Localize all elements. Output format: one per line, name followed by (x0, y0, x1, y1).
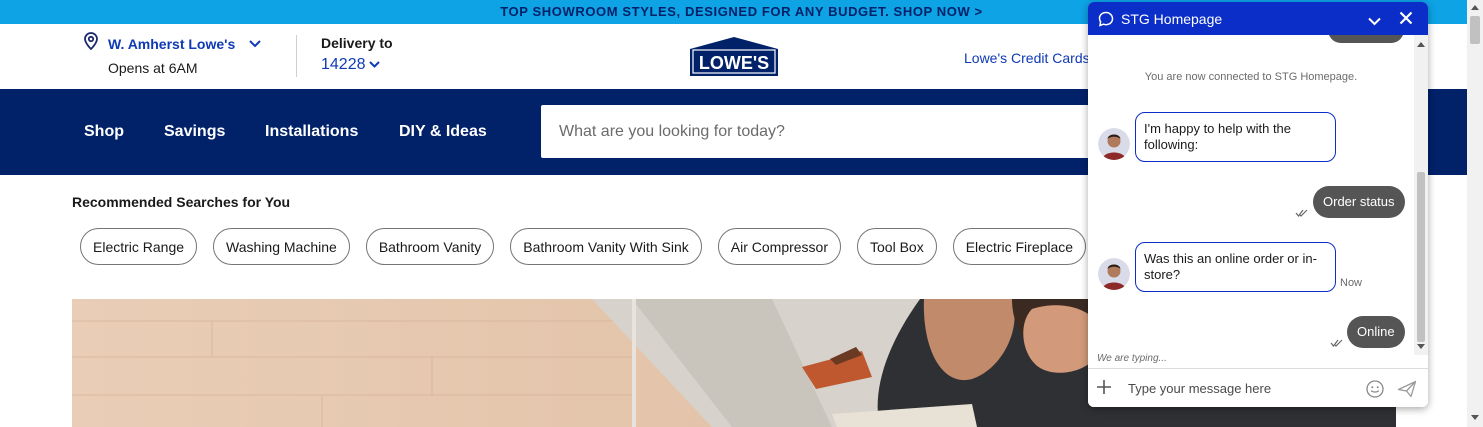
message-timestamp: Now (1340, 277, 1363, 289)
user-message: Order status (1313, 186, 1405, 218)
chat-header: STG Homepage (1088, 2, 1428, 35)
chat-bubble-icon (1098, 11, 1114, 32)
chat-scrollbar[interactable] (1414, 35, 1428, 355)
chevron-down-icon[interactable] (368, 56, 380, 74)
close-icon[interactable] (1399, 11, 1413, 30)
agent-message: I'm happy to help with the following: (1135, 112, 1336, 162)
scrollbar-thumb[interactable] (1470, 16, 1480, 44)
chevron-down-icon[interactable] (249, 35, 261, 53)
scroll-down-arrow-icon[interactable] (1471, 415, 1479, 420)
location-pin-icon (84, 32, 98, 55)
user-message: Online (1347, 316, 1405, 348)
nav-savings[interactable]: Savings (164, 123, 225, 141)
chip-air-compressor[interactable]: Air Compressor (717, 228, 842, 265)
scroll-up-arrow-icon[interactable] (1471, 5, 1479, 10)
read-receipt-icon (1295, 204, 1309, 222)
nav-diy-ideas[interactable]: DIY & Ideas (399, 123, 487, 141)
typing-indicator: We are typing... (1097, 353, 1167, 364)
store-selector[interactable]: W. Amherst Lowe's (84, 32, 261, 55)
chat-transcript[interactable]: You are now connected to STG Homepage. I… (1088, 35, 1414, 355)
nav-shop[interactable]: Shop (84, 123, 124, 141)
nav-installations[interactable]: Installations (265, 123, 358, 141)
system-message: You are now connected to STG Homepage. (1144, 71, 1358, 83)
chat-scrollbar-thumb[interactable] (1417, 172, 1425, 342)
recommended-title: Recommended Searches for You (72, 194, 291, 210)
chat-title: STG Homepage (1121, 11, 1223, 27)
chip-electric-range[interactable]: Electric Range (80, 228, 198, 265)
chat-widget: STG Homepage You are now connected to ST… (1088, 2, 1428, 407)
search-input[interactable]: What are you looking for today? (541, 105, 1101, 158)
chip-electric-fireplace[interactable]: Electric Fireplace (952, 228, 1087, 265)
logo-text: LOWE'S (699, 53, 769, 73)
chat-message-input[interactable]: Type your message here (1128, 381, 1271, 396)
scroll-up-arrow-icon[interactable] (1417, 42, 1425, 47)
previous-user-bubble (1328, 35, 1404, 43)
send-icon[interactable] (1397, 380, 1417, 403)
emoji-icon[interactable] (1366, 380, 1384, 403)
chip-bathroom-vanity-with-sink[interactable]: Bathroom Vanity With Sink (510, 228, 702, 265)
chat-composer: Type your message here (1088, 368, 1428, 407)
page-scrollbar[interactable] (1467, 0, 1483, 427)
store-hours: Opens at 6AM (108, 60, 198, 76)
read-receipt-icon (1330, 334, 1344, 352)
chip-bathroom-vanity[interactable]: Bathroom Vanity (365, 228, 495, 265)
lowes-logo[interactable]: LOWE'S (690, 36, 778, 81)
delivery-label: Delivery to (321, 35, 393, 51)
add-attachment-icon[interactable] (1096, 379, 1112, 400)
chip-tool-box[interactable]: Tool Box (857, 228, 937, 265)
agent-avatar (1098, 128, 1130, 160)
zip-code[interactable]: 14228 (321, 56, 366, 74)
scroll-down-arrow-icon[interactable] (1417, 344, 1425, 349)
search-placeholder: What are you looking for today? (559, 122, 785, 140)
agent-message: Was this an online order or in-store? (1135, 242, 1336, 292)
credit-cards-link[interactable]: Lowe's Credit Cards (964, 50, 1090, 66)
store-name[interactable]: W. Amherst Lowe's (108, 36, 235, 52)
delivery-zip-selector[interactable]: 14228 (321, 56, 380, 74)
recommended-chips: Electric Range Washing Machine Bathroom … (80, 228, 1087, 265)
header-divider (296, 35, 297, 77)
minimize-chevron-icon[interactable] (1368, 13, 1381, 31)
agent-avatar (1098, 258, 1130, 290)
chip-washing-machine[interactable]: Washing Machine (213, 228, 350, 265)
